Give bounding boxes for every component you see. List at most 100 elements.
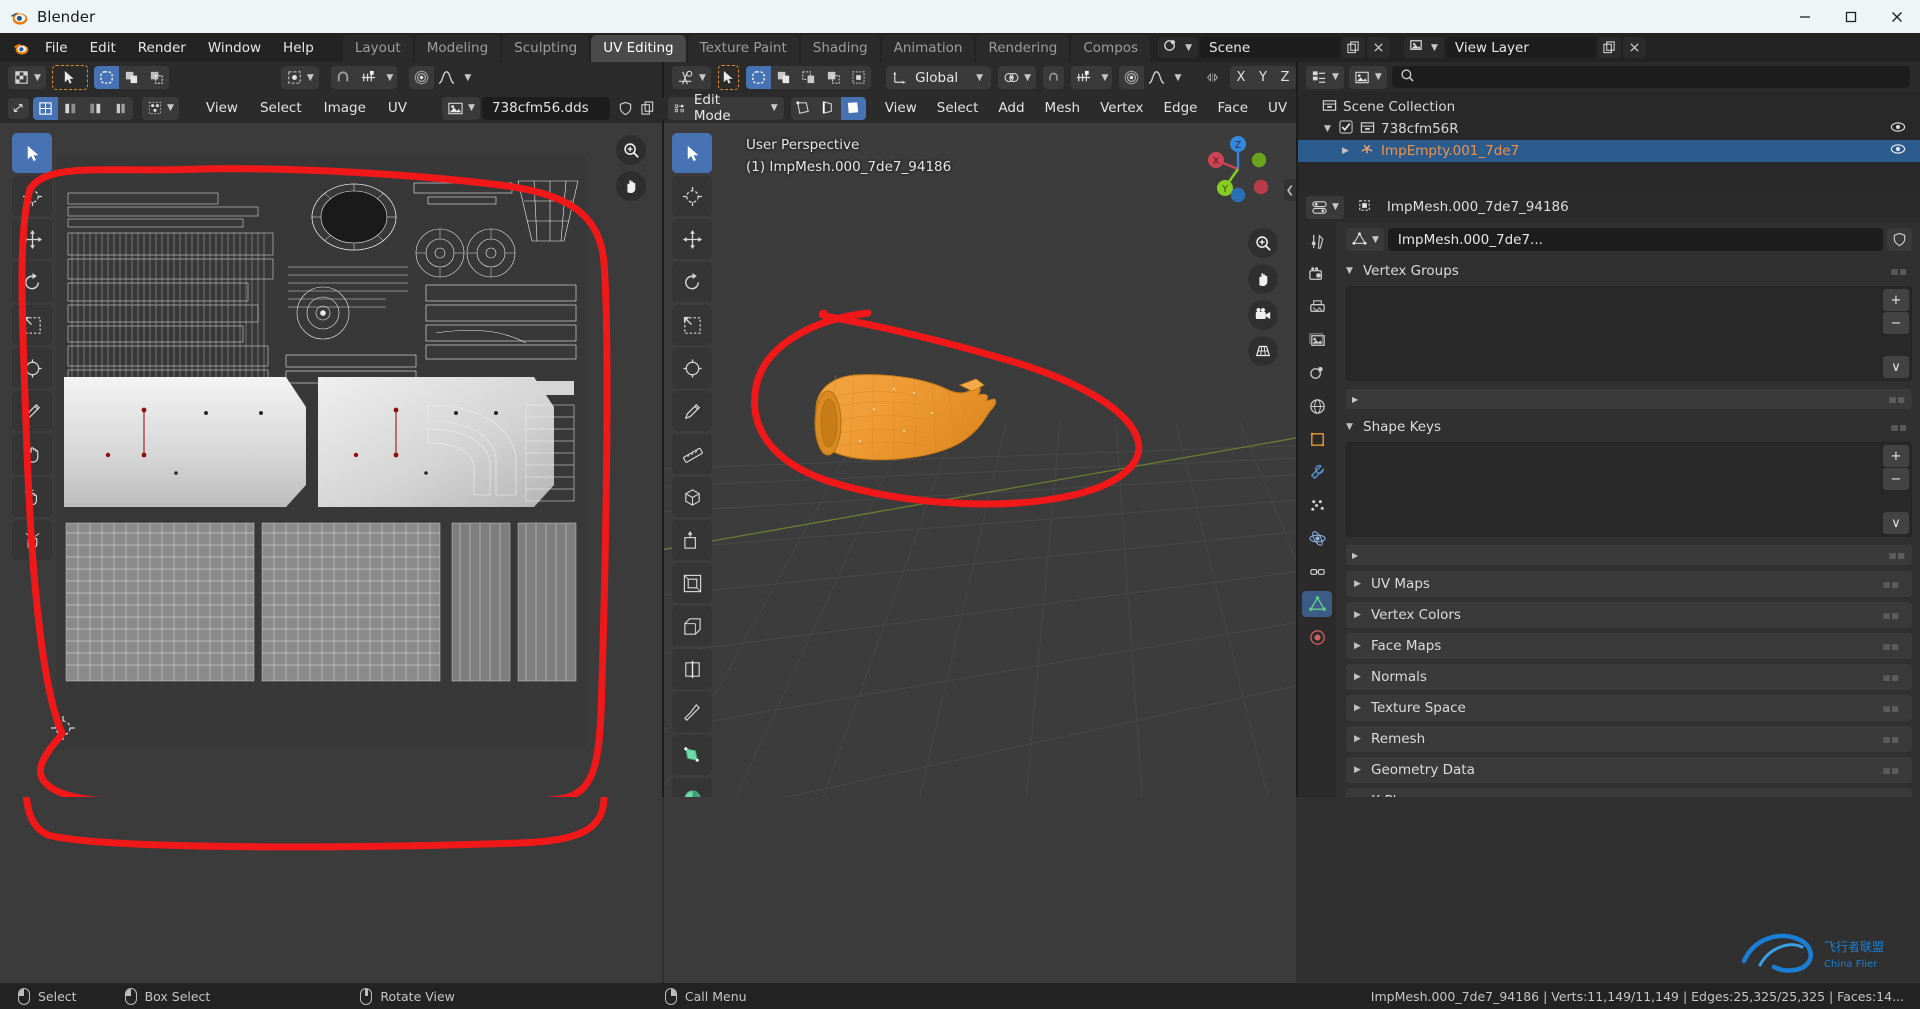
view-layer-name-field[interactable]: View Layer <box>1445 37 1596 58</box>
viewport-tweak-mode-button[interactable] <box>717 65 740 90</box>
viewport-snap-increment-button[interactable] <box>1071 66 1096 89</box>
prop-tab-tool[interactable] <box>1302 228 1332 254</box>
viewport-sidebar-toggle[interactable]: ❮ <box>1284 179 1296 201</box>
viewport-ortho-persp-nav-button[interactable] <box>1248 336 1278 366</box>
viewport-proportional-edit-button[interactable] <box>1119 66 1144 89</box>
viewport-editor-type-button[interactable]: ▼ <box>672 66 711 89</box>
prop-tab-object-data[interactable] <box>1302 591 1332 617</box>
scene-name-field[interactable]: Scene <box>1200 37 1340 58</box>
uv-sync-selection-icon[interactable] <box>8 97 29 119</box>
uv-tool-grab[interactable] <box>12 434 52 474</box>
fake-user-shield-icon[interactable] <box>613 97 637 119</box>
panel-header-x-plane[interactable]: ▼ X-Plane ▦▦ <box>1346 788 1912 797</box>
uv-tool-annotate[interactable] <box>12 391 52 431</box>
viewport-menu-mesh[interactable]: Mesh <box>1036 97 1090 119</box>
outliner-search-input[interactable] <box>1391 66 1910 88</box>
close-button[interactable] <box>1874 0 1920 33</box>
select-extend-button[interactable] <box>771 66 797 89</box>
uv-tool-relax[interactable] <box>12 477 52 517</box>
panel-header-geometry-data[interactable]: ▶ Geometry Data ▦▦ <box>1346 757 1912 783</box>
outliner-search-field[interactable] <box>1420 69 1910 85</box>
vp-tool-move[interactable] <box>672 219 712 259</box>
uv-island-select-button[interactable] <box>108 96 133 120</box>
menu-render[interactable]: Render <box>128 37 196 59</box>
mesh-datablock-name[interactable]: ImpMesh.000_7de7... <box>1387 228 1883 251</box>
panel-header-vertex-groups[interactable]: ▼ Vertex Groups ▦▦ <box>1346 259 1912 283</box>
mirror-x-icon[interactable] <box>1202 67 1223 88</box>
panel-header-remesh[interactable]: ▶ Remesh ▦▦ <box>1346 726 1912 752</box>
viewport-snap-magnet-icon[interactable] <box>1043 66 1064 89</box>
scene-datablock[interactable]: ▼ <box>1158 37 1198 58</box>
vertex-groups-subpanel-row[interactable]: ▶ ▦▦ <box>1346 389 1912 409</box>
uv-falloff-dropdown[interactable]: ▼ <box>458 66 475 89</box>
uv-select-new-button[interactable] <box>93 66 119 89</box>
viewport-menu-vertex[interactable]: Vertex <box>1091 97 1152 119</box>
uv-tool-scale[interactable] <box>12 305 52 345</box>
new-scene-button[interactable] <box>1342 37 1365 58</box>
maximize-button[interactable] <box>1828 0 1874 33</box>
viewport-canvas-bottom[interactable] <box>664 797 1296 983</box>
shape-keys-remove-button[interactable]: − <box>1883 468 1909 490</box>
mirror-axis-z-button[interactable]: Z <box>1274 66 1296 89</box>
uv-tool-transform[interactable] <box>12 348 52 388</box>
vp-tool-annotate[interactable] <box>672 391 712 431</box>
viewport-menu-face[interactable]: Face <box>1208 97 1257 119</box>
vp-tool-poly-build[interactable] <box>672 735 712 775</box>
menu-window[interactable]: Window <box>198 37 271 59</box>
eye-visibility-icon[interactable] <box>1890 119 1906 139</box>
vp-tool-knife[interactable] <box>672 692 712 732</box>
mirror-axis-x-button[interactable]: X <box>1230 66 1252 89</box>
viewport-menu-select[interactable]: Select <box>928 97 988 119</box>
vertex-groups-list[interactable]: + − ∨ <box>1346 286 1912 381</box>
viewport-axis-gizmo[interactable]: Z X Y <box>1202 133 1274 205</box>
vertex-select-mode-button[interactable] <box>790 96 816 120</box>
tab-compositing[interactable]: Compos <box>1071 35 1151 62</box>
viewport-camera-nav-button[interactable] <box>1248 300 1278 330</box>
remove-view-layer-button[interactable] <box>1622 37 1646 58</box>
menu-edit[interactable]: Edit <box>80 37 126 59</box>
viewport-menu-view[interactable]: View <box>876 97 926 119</box>
vp-tool-cursor[interactable] <box>672 176 712 216</box>
uv-snap-dropdown[interactable]: ▼ <box>380 66 397 89</box>
uv-select-subtract-button[interactable] <box>143 66 169 89</box>
shape-keys-subpanel-row[interactable]: ▶ ▦▦ <box>1346 545 1912 565</box>
uv-tool-tweak[interactable] <box>12 133 52 173</box>
prop-tab-material[interactable] <box>1302 624 1332 650</box>
uv-menu-view[interactable]: View <box>197 97 247 119</box>
mirror-axis-y-button[interactable]: Y <box>1252 66 1274 89</box>
engine-nacelle-mesh[interactable] <box>664 123 1296 797</box>
panel-header-normals[interactable]: ▶ Normals ▦▦ <box>1346 664 1912 690</box>
tab-shading[interactable]: Shading <box>800 35 880 62</box>
menu-file[interactable]: File <box>35 37 78 59</box>
select-difference-button[interactable] <box>821 66 847 89</box>
uv-select-extend-button[interactable] <box>118 66 144 89</box>
uv-menu-image[interactable]: Image <box>315 97 375 119</box>
shape-keys-add-button[interactable]: + <box>1883 445 1909 467</box>
tab-sculpting[interactable]: Sculpting <box>502 35 590 62</box>
remove-scene-button[interactable] <box>1367 37 1390 58</box>
new-view-layer-button[interactable] <box>1597 37 1621 58</box>
uv-vertex-select-button[interactable] <box>33 96 58 120</box>
shape-keys-list[interactable]: + − ∨ <box>1346 442 1912 537</box>
uv-pivot-point-button[interactable]: ▼ <box>280 66 319 89</box>
panel-header-shape-keys[interactable]: ▼ Shape Keys ▦▦ <box>1346 415 1912 439</box>
uv-canvas-bottom[interactable] <box>0 797 662 983</box>
outliner-editor-type-button[interactable]: ▼ <box>1306 65 1344 89</box>
prop-tab-modifiers[interactable] <box>1302 459 1332 485</box>
panel-header-uv-maps[interactable]: ▶ UV Maps ▦▦ <box>1346 571 1912 597</box>
viewport-pivot-point-button[interactable]: ▼ <box>998 66 1036 89</box>
uv-falloff-button[interactable] <box>433 66 459 89</box>
view-layer-datablock[interactable]: ▼ <box>1404 37 1444 58</box>
uv-menu-select[interactable]: Select <box>251 97 311 119</box>
viewport-zoom-nav-button[interactable] <box>1248 228 1278 258</box>
uv-pan-nav-button[interactable] <box>616 171 646 201</box>
shape-keys-specials-button[interactable]: ∨ <box>1883 512 1909 534</box>
menu-help[interactable]: Help <box>273 37 324 59</box>
outliner-row-collection-738cfm56r[interactable]: ▼ 738cfm56R <box>1298 118 1920 140</box>
viewport-snap-dropdown[interactable]: ▼ <box>1096 66 1112 89</box>
panel-header-face-maps[interactable]: ▶ Face Maps ▦▦ <box>1346 633 1912 659</box>
disclosure-triangle-icon[interactable]: ▶ <box>1342 146 1351 156</box>
prop-tab-physics[interactable] <box>1302 525 1332 551</box>
outliner-display-mode-button[interactable]: ▼ <box>1348 65 1387 89</box>
face-select-mode-button[interactable] <box>840 96 866 120</box>
